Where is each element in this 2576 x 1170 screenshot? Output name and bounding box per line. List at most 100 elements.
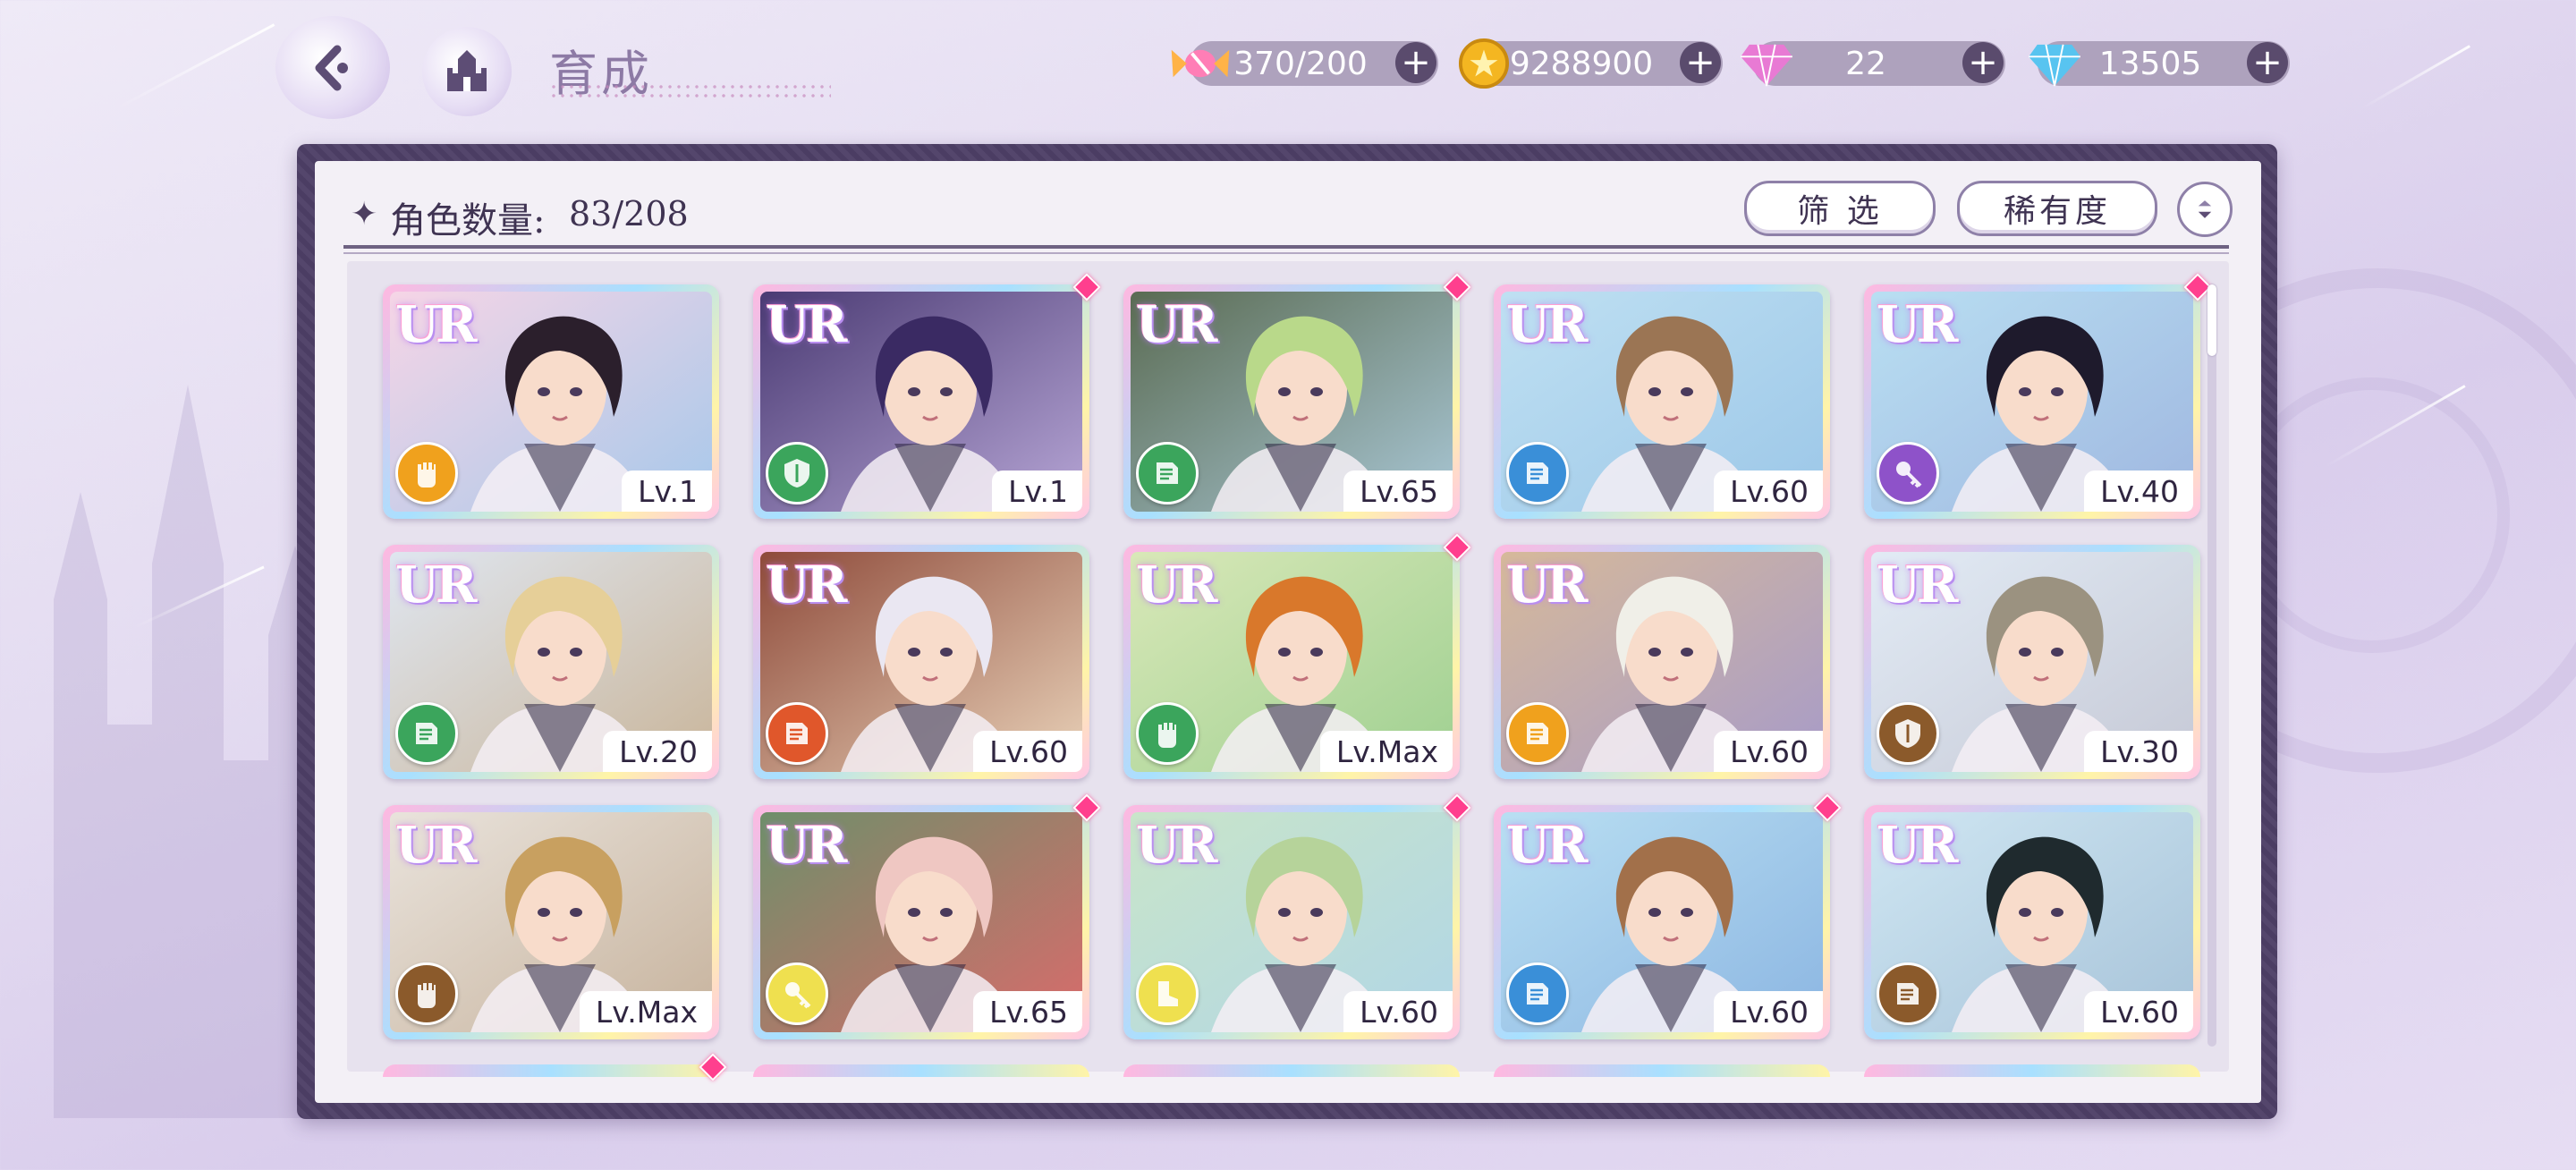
blue-diamond-icon xyxy=(2029,44,2080,87)
card-art-area: UR Lv.60 xyxy=(1131,812,1453,1032)
card-art-area: UR Lv.65 xyxy=(1131,292,1453,512)
rarity-text: UR xyxy=(766,555,847,615)
header-divider xyxy=(343,245,2229,249)
book-element-icon xyxy=(1506,962,1569,1025)
home-button[interactable] xyxy=(422,27,512,116)
character-card[interactable]: UR Lv.30 xyxy=(1864,545,2200,779)
character-card[interactable]: UR Lv.60 xyxy=(753,545,1089,779)
card-art-area: UR Lv.1 xyxy=(760,292,1082,512)
character-card[interactable]: UR Lv.Max xyxy=(1123,533,1471,779)
character-count-label: 角色数量: xyxy=(390,200,546,242)
rarity-sort-button[interactable]: 稀有度 xyxy=(1957,181,2157,236)
sort-toggle-button[interactable] xyxy=(2177,182,2233,237)
rarity-badge: UR xyxy=(1877,293,1958,354)
level-label: Lv.20 xyxy=(603,731,712,772)
card-art-area: UR Lv.Max xyxy=(1131,552,1453,772)
grid-scrollbar[interactable] xyxy=(2207,284,2216,1047)
stamina-value: 370/200 xyxy=(1233,45,1368,82)
character-card-partial[interactable] xyxy=(383,1064,719,1077)
character-card[interactable]: UR Lv.1 xyxy=(383,284,719,519)
book-element-icon xyxy=(1877,962,1939,1025)
rarity-badge: UR xyxy=(1877,554,1958,615)
rarity-text: UR xyxy=(395,555,477,615)
level-label: Lv.Max xyxy=(579,991,712,1032)
light-streak xyxy=(115,23,275,110)
character-card[interactable]: UR Lv.60 xyxy=(1494,793,1842,1039)
card-art-area: UR Lv.30 xyxy=(1871,552,2193,772)
rarity-badge: UR xyxy=(1136,293,1217,354)
back-arrow-icon xyxy=(315,45,348,90)
rarity-badge: UR xyxy=(1506,554,1588,615)
key-element-icon xyxy=(1877,442,1939,504)
add-stamina-button[interactable]: + xyxy=(1395,42,1436,83)
shield-element-icon xyxy=(766,442,828,504)
rarity-badge: UR xyxy=(1136,554,1217,615)
character-card[interactable]: UR Lv.65 xyxy=(753,793,1101,1039)
filter-button[interactable]: 筛 选 xyxy=(1744,181,1936,236)
rarity-text: UR xyxy=(1136,295,1217,354)
sparkle-icon: ✦ xyxy=(351,196,378,233)
book-element-icon xyxy=(1506,702,1569,765)
character-card[interactable]: UR Lv.60 xyxy=(1494,284,1830,519)
character-card[interactable]: UR Lv.Max xyxy=(383,805,719,1039)
grid-scroll-thumb[interactable] xyxy=(2207,284,2216,356)
light-streak xyxy=(2360,45,2470,110)
character-card[interactable]: UR Lv.65 xyxy=(1123,273,1471,519)
rarity-badge: UR xyxy=(766,293,847,354)
level-label: Lv.60 xyxy=(1714,731,1823,772)
character-card[interactable]: UR Lv.20 xyxy=(383,545,719,779)
pink-diamond-value: 22 xyxy=(1845,45,1886,82)
book-element-icon xyxy=(1506,442,1569,504)
rarity-badge: UR xyxy=(395,554,477,615)
candy-icon xyxy=(1171,49,1230,78)
card-art-area: UR Lv.60 xyxy=(1871,812,2193,1032)
title-decoration xyxy=(549,82,831,100)
rarity-text: UR xyxy=(1877,816,1958,875)
level-label: Lv.65 xyxy=(1343,471,1453,512)
blue-diamond-value: 13505 xyxy=(2098,45,2202,82)
fist-element-icon xyxy=(395,962,458,1025)
gold-coin-icon xyxy=(1458,38,1510,89)
castle-home-icon xyxy=(447,50,487,91)
boot-element-icon xyxy=(1136,962,1199,1025)
rarity-badge: UR xyxy=(766,814,847,875)
card-art-area: UR Lv.65 xyxy=(760,812,1082,1032)
add-pink-diamond-button[interactable]: + xyxy=(1962,42,2004,83)
rarity-text: UR xyxy=(766,295,847,354)
card-art-area: UR Lv.Max xyxy=(390,812,712,1032)
character-card[interactable]: UR Lv.40 xyxy=(1864,273,2212,519)
rarity-text: UR xyxy=(1506,816,1588,875)
rarity-text: UR xyxy=(1506,555,1588,615)
add-gold-button[interactable]: + xyxy=(1680,42,1721,83)
card-art-area: UR Lv.60 xyxy=(1501,552,1823,772)
level-label: Lv.40 xyxy=(2084,471,2193,512)
level-label: Lv.65 xyxy=(973,991,1082,1032)
character-count-value: 83/208 xyxy=(569,194,689,233)
character-card[interactable]: UR Lv.60 xyxy=(1123,793,1471,1039)
key-element-icon xyxy=(766,962,828,1025)
character-card-partial[interactable] xyxy=(1494,1064,1830,1077)
level-label: Lv.Max xyxy=(1319,731,1453,772)
book-element-icon xyxy=(1136,442,1199,504)
rarity-text: UR xyxy=(766,816,847,875)
fist-element-icon xyxy=(395,442,458,504)
fist-element-icon xyxy=(1136,702,1199,765)
rarity-badge: UR xyxy=(1877,814,1958,875)
card-art-area: UR Lv.60 xyxy=(1501,812,1823,1032)
character-card[interactable]: UR Lv.60 xyxy=(1864,805,2200,1039)
card-art-area: UR Lv.40 xyxy=(1871,292,2193,512)
character-card[interactable]: UR Lv.1 xyxy=(753,273,1101,519)
add-blue-diamond-button[interactable]: + xyxy=(2247,42,2288,83)
pink-diamond-icon xyxy=(1741,44,1792,87)
level-label: Lv.1 xyxy=(622,471,712,512)
rarity-badge: UR xyxy=(395,293,477,354)
character-card-partial[interactable] xyxy=(1864,1064,2200,1077)
back-button[interactable] xyxy=(275,16,390,119)
level-label: Lv.60 xyxy=(973,731,1082,772)
card-art-area: UR Lv.60 xyxy=(1501,292,1823,512)
rarity-text: UR xyxy=(1136,555,1217,615)
character-card-partial[interactable] xyxy=(753,1064,1089,1077)
book-element-icon xyxy=(766,702,828,765)
character-card[interactable]: UR Lv.60 xyxy=(1494,545,1830,779)
character-card-partial[interactable] xyxy=(1123,1064,1460,1077)
